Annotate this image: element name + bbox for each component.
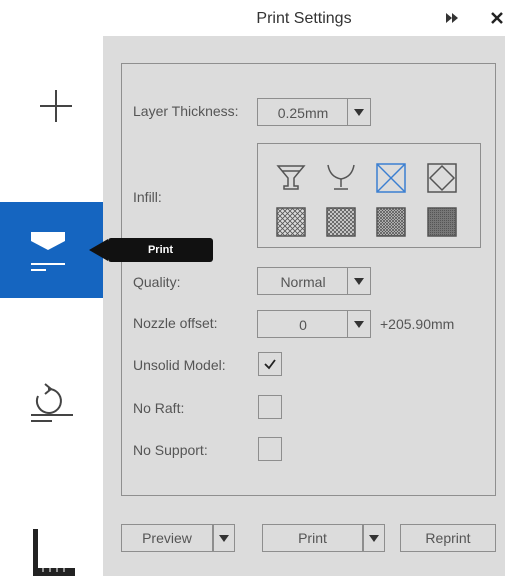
ruler-icon	[33, 529, 75, 576]
rotate-tool-button[interactable]	[0, 372, 103, 432]
shell-cup-icon[interactable]	[325, 162, 357, 194]
tooltip-pointer	[89, 239, 108, 261]
crosshatch-high-icon[interactable]	[375, 206, 407, 238]
preview-button[interactable]: Preview	[121, 524, 213, 552]
solid-infill-icon[interactable]	[426, 206, 458, 238]
left-toolbar	[0, 0, 103, 576]
window-titlebar: Print Settings	[103, 0, 505, 36]
quality-select[interactable]: Normal	[257, 267, 371, 295]
no-raft-label: No Raft:	[133, 400, 185, 416]
tooltip-text: Print	[147, 244, 174, 256]
measure-tool-button[interactable]	[0, 520, 103, 576]
nozzle-offset-value: 0	[299, 317, 307, 333]
crosshatch-low-icon[interactable]	[275, 206, 307, 238]
quality-label: Quality:	[133, 274, 181, 290]
nozzle-offset-label: Nozzle offset:	[133, 315, 218, 331]
print-tooltip: Print	[108, 238, 213, 262]
unsolid-model-checkbox[interactable]	[258, 352, 282, 376]
crosshatch-medium-icon[interactable]	[325, 206, 357, 238]
chevron-down-icon[interactable]	[347, 99, 370, 125]
chevron-down-icon[interactable]	[347, 268, 370, 294]
quality-value: Normal	[280, 274, 326, 290]
no-support-checkbox[interactable]	[258, 437, 282, 461]
fast-forward-icon[interactable]	[445, 12, 459, 24]
layer-thickness-select[interactable]: 0.25mm	[257, 98, 371, 126]
add-tool-button[interactable]	[0, 70, 103, 140]
nozzle-offset-select[interactable]: 0	[257, 310, 371, 338]
reprint-button[interactable]: Reprint	[400, 524, 496, 552]
diamond-infill-icon[interactable]	[426, 162, 458, 194]
checkmark-icon	[264, 359, 276, 370]
print-tool-button[interactable]	[0, 202, 103, 298]
infill-label: Infill:	[133, 189, 162, 205]
layer-thickness-value: 0.25mm	[277, 105, 329, 121]
no-support-label: No Support:	[133, 442, 208, 458]
sparse-infill-icon[interactable]	[375, 162, 407, 194]
chevron-down-icon[interactable]	[347, 311, 370, 337]
close-icon[interactable]	[490, 11, 504, 25]
print-icon	[31, 232, 65, 271]
plus-icon	[40, 90, 72, 122]
nozzle-offset-extra: +205.90mm	[380, 316, 455, 332]
print-button[interactable]: Print	[262, 524, 363, 552]
rotate-icon	[31, 383, 73, 422]
hollow-cup-icon[interactable]	[275, 162, 307, 194]
preview-options-button[interactable]	[213, 524, 235, 552]
layer-thickness-label: Layer Thickness:	[133, 103, 239, 119]
unsolid-model-label: Unsolid Model:	[133, 357, 226, 373]
print-options-button[interactable]	[363, 524, 385, 552]
no-raft-checkbox[interactable]	[258, 395, 282, 419]
